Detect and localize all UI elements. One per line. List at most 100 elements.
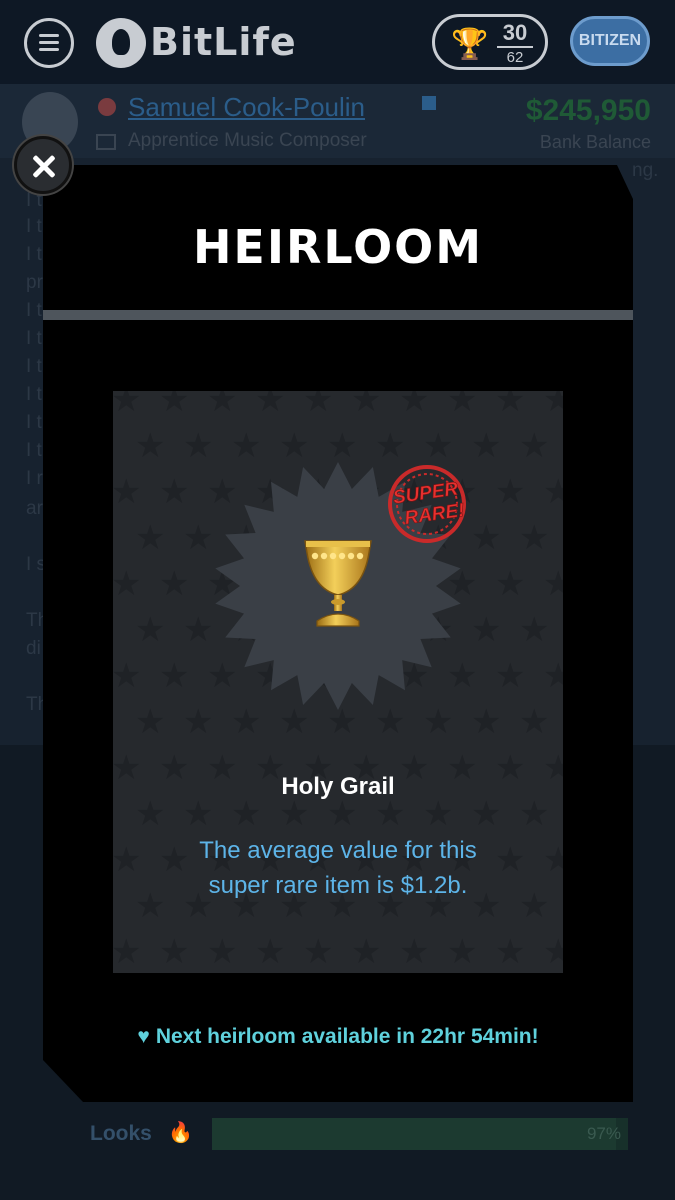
log-line: I t bbox=[26, 440, 42, 461]
star-icon: ★ bbox=[113, 841, 142, 879]
log-line: pr bbox=[26, 272, 43, 293]
flag-icon bbox=[98, 98, 116, 116]
star-icon: ★ bbox=[471, 611, 502, 649]
star-icon: ★ bbox=[543, 473, 563, 511]
log-line: I t bbox=[26, 328, 42, 349]
log-line: di bbox=[26, 638, 41, 659]
star-icon: ★ bbox=[519, 887, 550, 925]
close-button[interactable] bbox=[14, 136, 72, 194]
star-icon: ★ bbox=[113, 473, 142, 511]
log-line: I t bbox=[26, 244, 42, 265]
star-icon: ★ bbox=[399, 933, 430, 971]
star-icon: ★ bbox=[135, 795, 166, 833]
star-icon: ★ bbox=[159, 473, 190, 511]
bank-balance-label: Bank Balance bbox=[539, 132, 651, 152]
star-icon: ★ bbox=[207, 933, 238, 971]
star-icon: ★ bbox=[495, 565, 526, 603]
star-icon: ★ bbox=[113, 565, 142, 603]
fire-icon: 🔥 bbox=[168, 1122, 193, 1144]
log-line: I t bbox=[26, 384, 42, 405]
star-icon: ★ bbox=[327, 795, 358, 833]
star-icon: ★ bbox=[113, 657, 142, 695]
star-icon: ★ bbox=[231, 427, 262, 465]
star-icon: ★ bbox=[519, 611, 550, 649]
star-icon: ★ bbox=[183, 795, 214, 833]
star-icon: ★ bbox=[495, 841, 526, 879]
star-icon: ★ bbox=[543, 657, 563, 695]
star-icon: ★ bbox=[135, 427, 166, 465]
star-icon: ★ bbox=[207, 391, 238, 419]
star-icon: ★ bbox=[183, 519, 214, 557]
log-line: ar bbox=[26, 498, 43, 519]
star-icon: ★ bbox=[183, 427, 214, 465]
achievements-button[interactable]: 🏆 30 62 bbox=[432, 14, 548, 70]
star-icon: ★ bbox=[519, 795, 550, 833]
star-icon: ★ bbox=[495, 391, 526, 419]
star-icon: ★ bbox=[231, 795, 262, 833]
star-icon: ★ bbox=[183, 611, 214, 649]
star-icon: ★ bbox=[135, 611, 166, 649]
top-bar: BitLife 🏆 30 62 BITIZEN bbox=[0, 0, 675, 84]
star-icon: ★ bbox=[423, 427, 454, 465]
next-heirloom-text: Next heirloom available in 22hr 54min! bbox=[155, 1025, 539, 1048]
star-icon: ★ bbox=[495, 933, 526, 971]
log-line: I t bbox=[26, 216, 42, 237]
job-title: Apprentice Music Composer bbox=[128, 130, 367, 151]
looks-bar bbox=[212, 1118, 628, 1150]
star-icon: ★ bbox=[495, 657, 526, 695]
star-icon: ★ bbox=[447, 933, 478, 971]
trophy-count: 30 bbox=[502, 20, 528, 45]
star-icon: ★ bbox=[255, 933, 286, 971]
heirloom-modal: HEIRLOOM ★ ★ ★ ★ ★ ★ ★ ★ ★ ★ ★ ★ ★ ★ ★ ★ ★ ★ ★ ★ ★ ★ ★ ★ ★ ★ ★ ★ ★ ★ ★… bbox=[43, 165, 633, 1102]
bitlife-logo-icon bbox=[96, 18, 146, 68]
star-icon: ★ bbox=[279, 795, 310, 833]
star-icon: ★ bbox=[255, 391, 286, 419]
menu-button[interactable] bbox=[24, 18, 74, 68]
star-icon: ★ bbox=[159, 933, 190, 971]
item-name: Holy Grail bbox=[281, 773, 395, 800]
looks-percent: 97% bbox=[586, 1124, 621, 1143]
star-icon: ★ bbox=[327, 427, 358, 465]
info-icon[interactable] bbox=[422, 96, 436, 110]
star-icon: ★ bbox=[543, 565, 563, 603]
star-icon: ★ bbox=[423, 795, 454, 833]
star-icon: ★ bbox=[399, 391, 430, 419]
star-icon: ★ bbox=[159, 565, 190, 603]
app-screen: BitLife 🏆 30 62 BITIZEN Samuel Cook-Poul… bbox=[0, 0, 675, 1200]
heart-icon: ♥ bbox=[137, 1025, 150, 1048]
star-icon: ★ bbox=[471, 427, 502, 465]
log-line: I t bbox=[26, 412, 42, 433]
log-line: I t bbox=[26, 300, 42, 321]
star-icon: ★ bbox=[543, 391, 563, 419]
character-name[interactable]: Samuel Cook-Poulin bbox=[128, 92, 365, 123]
bitizen-badge[interactable]: BITIZEN bbox=[570, 16, 650, 66]
app-logo-text: BitLife bbox=[150, 20, 297, 64]
divider bbox=[43, 310, 633, 320]
star-icon: ★ bbox=[159, 391, 190, 419]
star-icon: ★ bbox=[303, 933, 334, 971]
star-icon: ★ bbox=[113, 391, 142, 419]
star-icon: ★ bbox=[159, 841, 190, 879]
trophy-icon: 🏆 bbox=[451, 28, 489, 61]
star-icon: ★ bbox=[495, 473, 526, 511]
looks-label: Looks bbox=[90, 1122, 152, 1145]
log-line: I t bbox=[26, 356, 42, 377]
bank-balance: $245,950 bbox=[525, 94, 651, 127]
star-icon: ★ bbox=[375, 795, 406, 833]
star-icon: ★ bbox=[519, 703, 550, 741]
log-line: I r bbox=[26, 468, 43, 489]
looks-bar-fill bbox=[212, 1118, 616, 1150]
star-icon: ★ bbox=[135, 703, 166, 741]
star-icon: ★ bbox=[543, 933, 563, 971]
trophy-total: 62 bbox=[506, 49, 524, 66]
modal-title: HEIRLOOM bbox=[192, 220, 484, 274]
star-icon: ★ bbox=[543, 841, 563, 879]
star-icon: ★ bbox=[351, 933, 382, 971]
star-icon: ★ bbox=[471, 703, 502, 741]
star-icon: ★ bbox=[135, 887, 166, 925]
piano-icon bbox=[96, 134, 116, 150]
star-icon: ★ bbox=[159, 657, 190, 695]
star-icon: ★ bbox=[519, 519, 550, 557]
star-icon: ★ bbox=[279, 427, 310, 465]
star-icon: ★ bbox=[135, 519, 166, 557]
